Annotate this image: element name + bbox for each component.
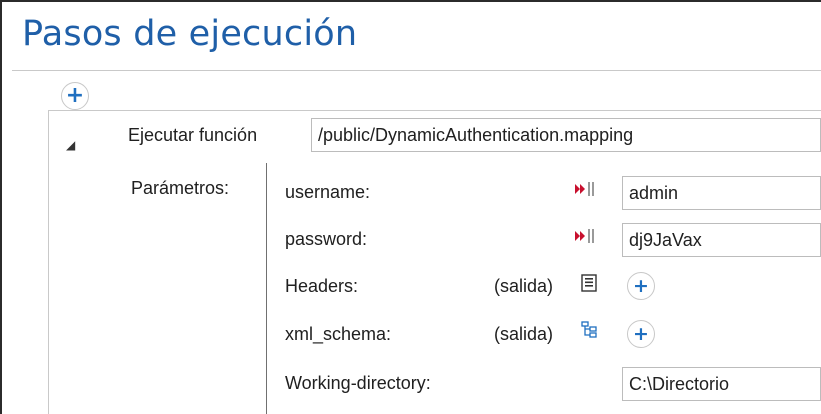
mapping-input-icon[interactable] [574,181,596,197]
headers-output-label: (salida) [494,276,554,296]
xml-schema-output-label: (salida) [494,324,554,344]
add-headers-button[interactable]: + [627,272,655,300]
username-value-field[interactable]: admin [622,176,821,210]
function-path-field[interactable]: /public/DynamicAuthentication.mapping [311,118,821,152]
parameters-label: Parámetros: [131,178,230,198]
password-value-field[interactable]: dj9JaVax [622,223,821,257]
page-title: Pasos de ejecución [22,14,358,54]
step-label: Ejecutar función [128,125,258,145]
param-name-headers: Headers: [285,276,359,296]
working-directory-field[interactable]: C:\Directorio [622,367,821,401]
collapse-triangle-icon[interactable]: ◢ [66,138,75,152]
mapping-input-icon[interactable] [574,228,596,244]
parameters-divider [266,163,267,414]
plus-icon: + [633,322,649,345]
add-step-button[interactable]: + [61,82,89,110]
document-icon [581,274,597,292]
title-divider [12,70,821,71]
param-name-xml-schema: xml_schema: [285,324,392,344]
xml-schema-icon [581,321,597,338]
add-xml-schema-button[interactable]: + [627,320,655,348]
plus-icon: + [633,274,649,297]
param-name-working-directory: Working-directory: [285,373,431,393]
param-name-username: username: [285,182,371,202]
plus-icon: + [65,83,85,108]
param-name-password: password: [285,229,368,249]
